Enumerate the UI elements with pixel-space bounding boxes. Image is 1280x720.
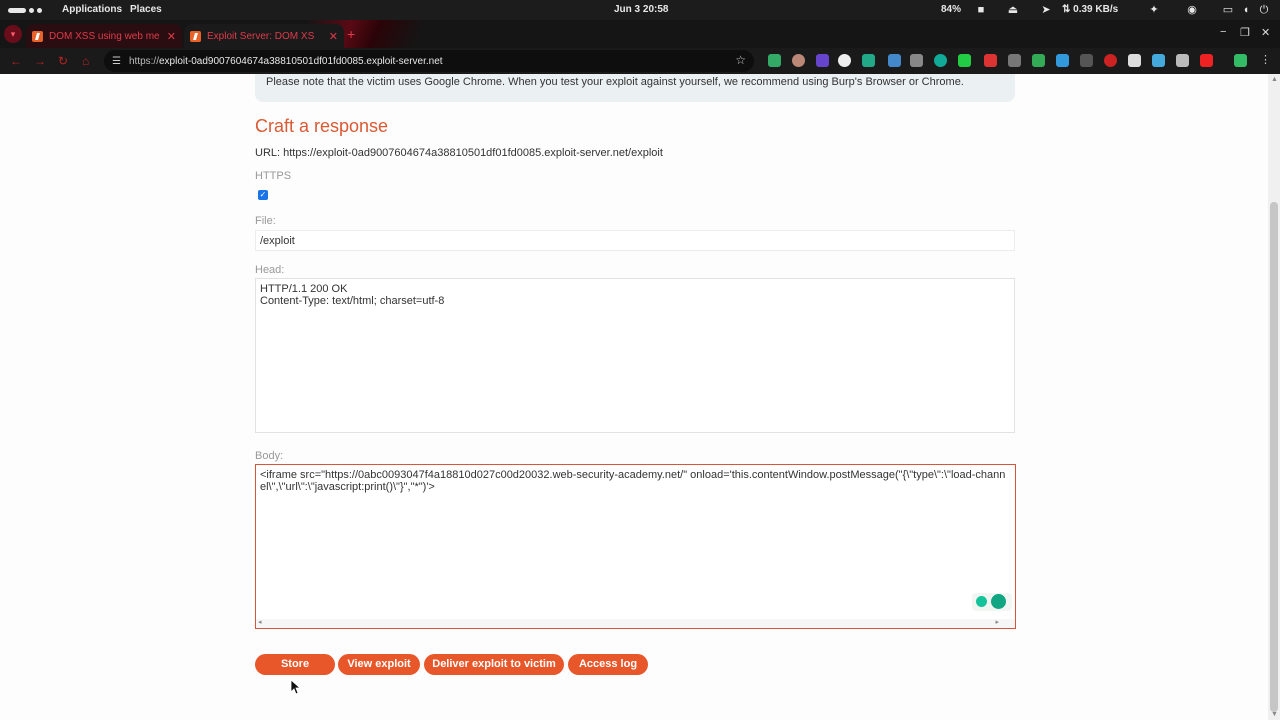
- portswigger-favicon-icon: [190, 30, 201, 42]
- file-input[interactable]: [255, 230, 1015, 251]
- shield-icon[interactable]: [1128, 54, 1141, 67]
- clock[interactable]: Jun 3 20:58: [614, 4, 668, 15]
- maximize-button[interactable]: ❐: [1240, 26, 1250, 39]
- body-textarea[interactable]: <iframe src="https://0abc0093047f4a18810…: [255, 464, 1016, 629]
- scroll-right-icon[interactable]: ▸: [995, 617, 999, 629]
- extension-icon[interactable]: [1152, 54, 1165, 67]
- head-label: Head:: [255, 264, 285, 276]
- mouse-cursor-icon: [290, 679, 300, 695]
- places-menu[interactable]: Places: [130, 4, 162, 15]
- extension-icon[interactable]: [768, 54, 781, 67]
- display-icon[interactable]: ▭: [1222, 4, 1234, 16]
- extension-cookie-icon[interactable]: [792, 54, 805, 67]
- tab-title: DOM XSS using web me: [49, 30, 160, 42]
- textarea-scrollbar[interactable]: ◂ ▸: [256, 619, 1015, 628]
- minimize-button[interactable]: −: [1220, 26, 1226, 38]
- tab-title: Exploit Server: DOM XS: [207, 30, 315, 42]
- battery-percentage: 84%: [941, 4, 962, 15]
- extension-icon[interactable]: [888, 54, 901, 67]
- eject-icon[interactable]: ⏏: [1007, 4, 1019, 16]
- extension-icon[interactable]: [1176, 54, 1189, 67]
- extension-icon[interactable]: [1080, 54, 1093, 67]
- portswigger-favicon-icon: [32, 30, 43, 42]
- tab-close-icon[interactable]: ✕: [167, 30, 176, 43]
- network-speed: ⇅ 0.39 KB/s: [1062, 4, 1119, 15]
- extension-icon[interactable]: [862, 54, 875, 67]
- scroll-up-icon[interactable]: ▲: [1271, 76, 1278, 83]
- access-log-button[interactable]: Access log: [568, 654, 648, 675]
- https-label: HTTPS: [255, 170, 292, 182]
- https-checkbox[interactable]: ✓: [258, 190, 268, 200]
- grammarly-bulb-icon[interactable]: [976, 596, 987, 607]
- puzzle-icon[interactable]: ✦: [1148, 4, 1160, 16]
- extension-icon[interactable]: [1200, 54, 1213, 67]
- new-tab-button[interactable]: +: [347, 26, 355, 42]
- bookmark-star-icon[interactable]: ☆: [735, 53, 746, 67]
- address-url[interactable]: https://exploit-0ad9007604674a38810501df…: [129, 56, 443, 67]
- extension-icon[interactable]: [1032, 54, 1045, 67]
- applications-menu[interactable]: Applications: [62, 4, 122, 15]
- reload-icon[interactable]: ↻: [58, 54, 68, 68]
- file-label: File:: [255, 215, 276, 227]
- view-exploit-button[interactable]: View exploit: [338, 654, 420, 675]
- extension-icon[interactable]: [816, 54, 829, 67]
- head-textarea[interactable]: HTTP/1.1 200 OK Content-Type: text/html;…: [255, 278, 1015, 433]
- camera-icon[interactable]: ◉: [1186, 4, 1198, 16]
- scroll-down-icon[interactable]: ▼: [1271, 711, 1278, 718]
- extension-icon[interactable]: [910, 54, 923, 67]
- grammarly-widget[interactable]: [972, 593, 1012, 611]
- os-top-panel: Applications Places Jun 3 20:58 84% ■ ⏏ …: [0, 0, 1280, 20]
- extension-icon[interactable]: [1234, 54, 1247, 67]
- download-extension-icon[interactable]: [958, 54, 971, 67]
- tab-close-icon[interactable]: ✕: [329, 30, 338, 43]
- extension-icon[interactable]: [838, 54, 851, 67]
- extension-icon[interactable]: [1104, 54, 1117, 67]
- tab-dom-xss-lab[interactable]: DOM XSS using web me ✕: [26, 24, 182, 48]
- home-icon[interactable]: ⌂: [82, 54, 89, 68]
- extension-icon[interactable]: [1008, 54, 1021, 67]
- tab-exploit-server[interactable]: Exploit Server: DOM XS ✕: [184, 24, 344, 48]
- site-info-icon[interactable]: ☰: [112, 56, 121, 67]
- exploit-url: URL: https://exploit-0ad9007604674a38810…: [255, 147, 663, 159]
- browser-logo-icon[interactable]: ▾: [4, 25, 22, 43]
- menu-icon[interactable]: ⋮: [1260, 54, 1273, 67]
- grammarly-extension-icon[interactable]: [934, 54, 947, 67]
- deliver-exploit-button[interactable]: Deliver exploit to victim: [424, 654, 564, 675]
- back-icon[interactable]: ←: [10, 54, 22, 68]
- grammarly-logo-icon[interactable]: [991, 594, 1006, 609]
- close-window-button[interactable]: ✕: [1261, 26, 1270, 39]
- extension-icon[interactable]: [1056, 54, 1069, 67]
- page-scrollbar[interactable]: ▲ ▼: [1268, 74, 1280, 720]
- store-button[interactable]: Store: [255, 654, 335, 675]
- body-label: Body:: [255, 450, 284, 462]
- address-bar[interactable]: ☰ https://exploit-0ad9007604674a38810501…: [104, 50, 754, 72]
- scrollbar-thumb[interactable]: [1270, 202, 1278, 712]
- notice-banner: Please note that the victim uses Google …: [255, 74, 1015, 102]
- power-icon[interactable]: ⏻: [1258, 4, 1270, 16]
- forward-icon[interactable]: →: [34, 54, 46, 68]
- screen-record-icon[interactable]: ■: [975, 4, 987, 16]
- browser-tab-bar: ▾ DOM XSS using web me ✕ Exploit Server:…: [0, 20, 1280, 48]
- browser-toolbar: ← → ↻ ⌂ ☰ https://exploit-0ad9007604674a…: [0, 48, 1280, 74]
- extension-icon[interactable]: [984, 54, 997, 67]
- page-title: Craft a response: [255, 116, 389, 136]
- exploit-server-page: Please note that the victim uses Google …: [0, 74, 1268, 720]
- scroll-left-icon[interactable]: ◂: [258, 617, 262, 629]
- body-text: <iframe src="https://0abc0093047f4a18810…: [260, 469, 1006, 493]
- volume-icon[interactable]: ◖: [1240, 4, 1252, 16]
- activities-icon[interactable]: [8, 7, 44, 13]
- telegram-icon[interactable]: ➤: [1040, 4, 1052, 16]
